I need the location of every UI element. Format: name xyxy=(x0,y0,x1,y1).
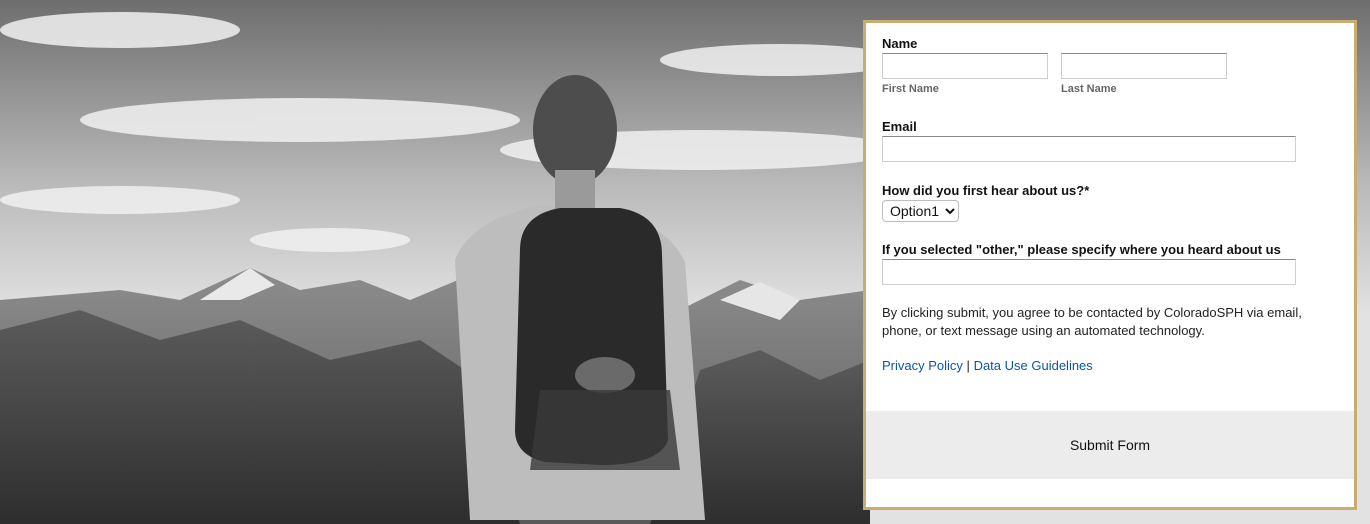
last-name-sublabel: Last Name xyxy=(1061,83,1117,95)
submit-form-button[interactable]: Submit Form xyxy=(866,411,1354,479)
consent-text: By clicking submit, you agree to be cont… xyxy=(882,305,1302,338)
contact-form-panel: Name First Name Last Name Email How did … xyxy=(863,20,1357,510)
other-source-input[interactable] xyxy=(882,259,1296,285)
other-source-label: If you selected "other," please specify … xyxy=(882,242,1281,257)
policy-links: Privacy Policy | Data Use Guidelines xyxy=(882,358,1093,373)
hear-about-label: How did you first hear about us?* xyxy=(882,183,1090,198)
name-label: Name xyxy=(882,36,918,51)
link-separator: | xyxy=(966,358,970,373)
first-name-input[interactable] xyxy=(882,53,1048,79)
email-label: Email xyxy=(882,119,917,134)
email-input[interactable] xyxy=(882,136,1296,162)
last-name-input[interactable] xyxy=(1061,53,1227,79)
hear-about-select[interactable]: Option1 xyxy=(882,200,959,222)
privacy-policy-link[interactable]: Privacy Policy xyxy=(882,358,963,373)
first-name-sublabel: First Name xyxy=(882,83,939,95)
data-use-guidelines-link[interactable]: Data Use Guidelines xyxy=(974,358,1093,373)
